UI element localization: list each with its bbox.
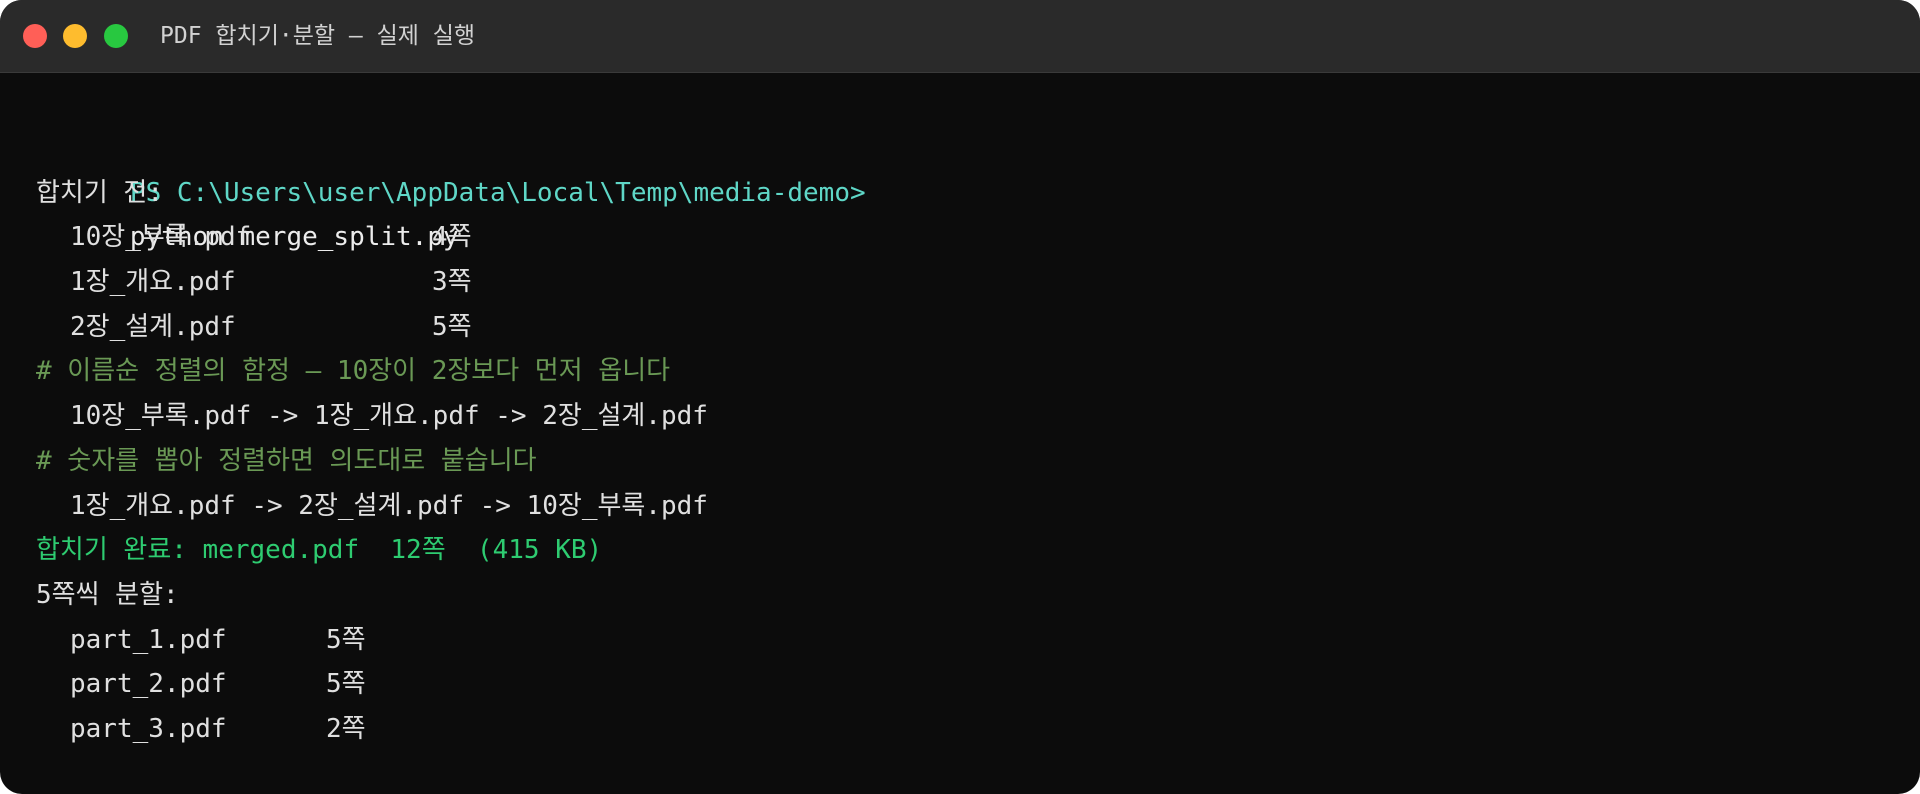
- page-count: 5쪽: [432, 311, 472, 342]
- page-count: 4쪽: [432, 222, 472, 253]
- title-bar: PDF 합치기·분할 — 실제 실행: [0, 0, 1920, 73]
- page-count: 3쪽: [432, 267, 472, 298]
- split-header: 5쪽씩 분할:: [36, 579, 179, 610]
- list-item: part_2.pdf 5쪽: [36, 662, 1896, 707]
- file-name: part_1.pdf: [70, 624, 227, 655]
- page-count: 2쪽: [326, 713, 366, 744]
- list-item: part_3.pdf 2쪽: [36, 707, 1896, 752]
- page-count: 5쪽: [326, 624, 366, 655]
- comment-name-sort: # 이름순 정렬의 함정 — 10장이 2장보다 먼저 옵니다: [36, 356, 671, 387]
- list-item: 1장_개요.pdf 3쪽: [36, 260, 1896, 305]
- number-sort-order: 1장_개요.pdf -> 2장_설계.pdf -> 10장_부록.pdf: [36, 484, 1896, 529]
- minimize-button[interactable]: [63, 24, 87, 48]
- page-count: 5쪽: [326, 669, 366, 700]
- file-name: part_3.pdf: [70, 713, 227, 744]
- name-sort-sequence: 10장_부록.pdf -> 1장_개요.pdf -> 2장_설계.pdf: [70, 401, 708, 432]
- terminal-window: PDF 합치기·분할 — 실제 실행 PS C:\Users\user\AppD…: [0, 0, 1920, 794]
- comment-number-sort: # 숫자를 뽑아 정렬하면 의도대로 붙습니다: [36, 445, 537, 476]
- close-button[interactable]: [23, 24, 47, 48]
- command-line: PS C:\Users\user\AppData\Local\Temp\medi…: [36, 126, 1896, 253]
- maximize-button[interactable]: [104, 24, 128, 48]
- list-item: part_1.pdf 5쪽: [36, 618, 1896, 663]
- list-item: 10장_부록.pdf 4쪽: [36, 215, 1896, 260]
- number-sort-sequence: 1장_개요.pdf -> 2장_설계.pdf -> 10장_부록.pdf: [70, 490, 708, 521]
- shell-prompt: PS C:\Users\user\AppData\Local\Temp\medi…: [129, 177, 866, 208]
- name-sort-order: 10장_부록.pdf -> 1장_개요.pdf -> 2장_설계.pdf: [36, 394, 1896, 439]
- file-name: 1장_개요.pdf: [70, 267, 236, 298]
- file-name: 2장_설계.pdf: [70, 311, 236, 342]
- list-item: 2장_설계.pdf 5쪽: [36, 305, 1896, 350]
- merge-done-message: 합치기 완료: merged.pdf 12쪽 (415 KB): [36, 535, 603, 566]
- window-title: PDF 합치기·분할 — 실제 실행: [160, 23, 476, 49]
- terminal-output[interactable]: PS C:\Users\user\AppData\Local\Temp\medi…: [36, 126, 1896, 752]
- file-name: part_2.pdf: [70, 669, 227, 700]
- file-name: 10장_부록.pdf: [70, 222, 252, 253]
